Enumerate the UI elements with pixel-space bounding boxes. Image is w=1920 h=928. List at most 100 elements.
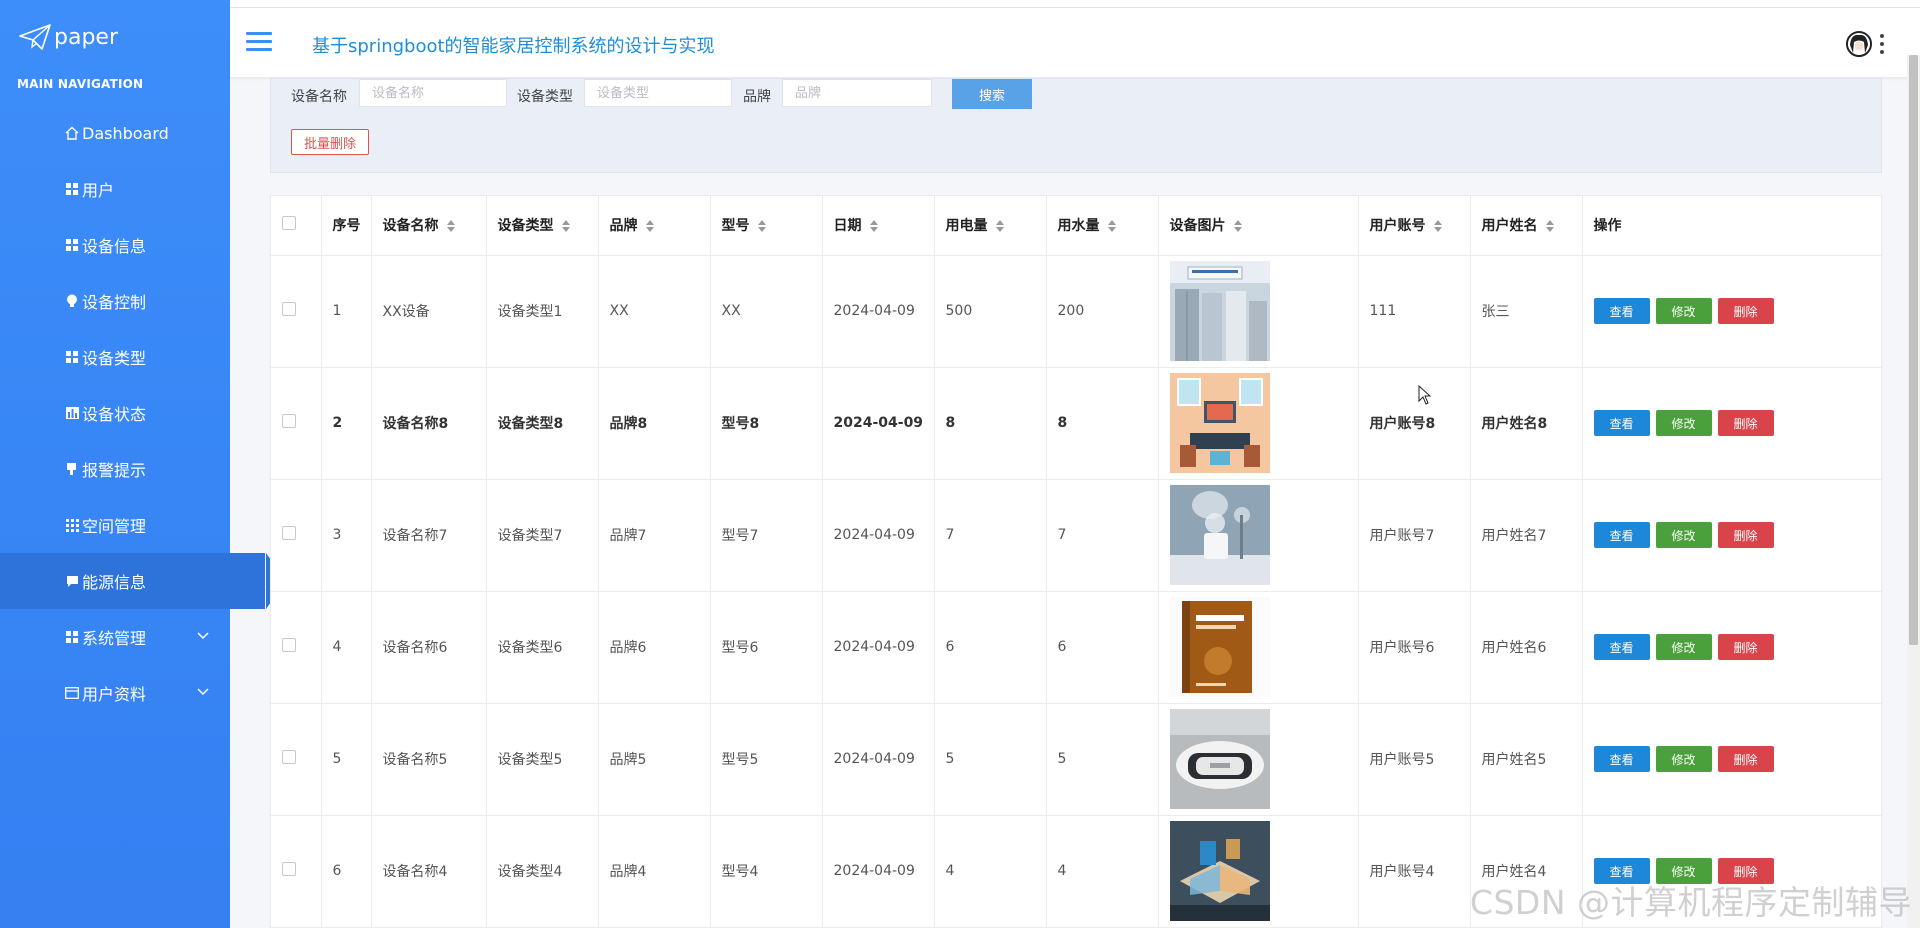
app-window: { "sidebar": { "logo_text": "paper", "na… — [0, 0, 1920, 928]
brand-input[interactable] — [782, 79, 932, 107]
menu-toggle-icon[interactable] — [246, 32, 272, 52]
logo[interactable]: paper — [18, 22, 118, 52]
sort-icon[interactable] — [1545, 220, 1554, 233]
col-header-image[interactable]: 设备图片 — [1158, 196, 1359, 256]
col-header-name[interactable]: 设备名称 — [371, 196, 487, 256]
sort-icon[interactable] — [1107, 220, 1116, 233]
sort-icon[interactable] — [446, 220, 455, 233]
table-row[interactable]: 4 设备名称6 设备类型6 品牌6 型号6 2024-04-09 6 6 用户账号6 用户姓名6 … — [271, 591, 1882, 704]
row-checkbox[interactable] — [282, 638, 296, 652]
cell-device-type: 设备类型6 — [486, 591, 599, 704]
nav-item-alarm[interactable]: 报警提示 — [0, 441, 265, 497]
search-button[interactable]: 搜索 — [952, 79, 1032, 109]
col-header-power[interactable]: 用电量 — [934, 196, 1047, 256]
sort-icon[interactable] — [645, 220, 654, 233]
col-header-username[interactable]: 用户姓名 — [1470, 196, 1583, 256]
row-checkbox[interactable] — [282, 862, 296, 876]
nav-item-device-status[interactable]: 设备状态 — [0, 385, 265, 441]
view-button[interactable]: 查看 — [1593, 522, 1650, 548]
device-image[interactable] — [1169, 261, 1270, 361]
avatar[interactable] — [1846, 31, 1872, 57]
scrollbar-thumb[interactable] — [1909, 55, 1918, 645]
table-row[interactable]: 1 XX设备 设备类型1 XX XX 2024-04-09 500 200 111 张三 查看 修… — [271, 255, 1881, 368]
row-checkbox[interactable] — [282, 526, 296, 540]
table-row[interactable]: 3 设备名称7 设备类型7 品牌7 型号7 2024-04-09 7 7 用户账号7 用户姓名7 … — [271, 479, 1881, 592]
cell-device-type: 设备类型7 — [486, 479, 599, 592]
delete-button[interactable]: 删除 — [1717, 298, 1774, 324]
sort-icon[interactable] — [995, 220, 1004, 233]
col-header-type[interactable]: 设备类型 — [486, 196, 599, 256]
paper-plane-icon — [19, 24, 51, 50]
select-all-checkbox[interactable] — [282, 216, 296, 231]
cell-username: 用户姓名5 — [1470, 703, 1583, 816]
view-button[interactable]: 查看 — [1593, 410, 1650, 436]
cell-model: 型号8 — [710, 367, 823, 480]
device-image[interactable] — [1169, 709, 1270, 809]
edit-button[interactable]: 修改 — [1655, 410, 1712, 436]
nav-section-title: MAIN NAVIGATION — [17, 77, 144, 91]
delete-button[interactable]: 删除 — [1717, 522, 1774, 548]
nav-item-device-control[interactable]: 设备控制 — [0, 273, 265, 329]
nav-item-device-info[interactable]: 设备信息 — [0, 217, 265, 273]
nav-item-device-type[interactable]: 设备类型 — [0, 329, 265, 385]
device-image[interactable] — [1169, 597, 1270, 697]
row-checkbox[interactable] — [282, 750, 296, 764]
col-header-label: 用户账号 — [1369, 218, 1426, 235]
row-checkbox[interactable] — [282, 414, 296, 428]
view-button[interactable]: 查看 — [1593, 298, 1650, 324]
nav-item-dashboard[interactable]: Dashboard — [0, 105, 265, 161]
nav-item-energy[interactable]: 能源信息 — [0, 553, 265, 609]
edit-button[interactable]: 修改 — [1655, 522, 1712, 548]
edit-button[interactable]: 修改 — [1655, 298, 1712, 324]
nav-item-users[interactable]: 用户 — [0, 161, 265, 217]
nav-item-system[interactable]: 系统管理 — [0, 609, 265, 665]
view-button[interactable]: 查看 — [1593, 746, 1650, 772]
cell-device-name: 设备名称6 — [371, 591, 487, 704]
more-menu-icon[interactable] — [1880, 34, 1884, 54]
cell-power: 7 — [934, 479, 1047, 592]
row-actions: 查看 修改 删除 — [1593, 634, 1882, 660]
col-header-water[interactable]: 用水量 — [1046, 196, 1159, 256]
nav-item-profile[interactable]: 用户资料 — [0, 665, 265, 721]
sort-icon[interactable] — [1433, 220, 1442, 233]
cell-no: 1 — [321, 255, 372, 368]
col-header-account[interactable]: 用户账号 — [1358, 196, 1471, 256]
edit-button[interactable]: 修改 — [1655, 746, 1712, 772]
sort-icon[interactable] — [561, 220, 570, 233]
batch-delete-button[interactable]: 批量删除 — [291, 129, 369, 155]
col-header-label: 用电量 — [945, 218, 988, 235]
cell-model: XX — [710, 255, 823, 368]
sort-icon[interactable] — [1233, 220, 1242, 233]
cell-date: 2024-04-09 — [822, 255, 935, 368]
col-header-brand[interactable]: 品牌 — [598, 196, 711, 256]
nav-item-space[interactable]: 空间管理 — [0, 497, 265, 553]
device-name-input[interactable] — [359, 79, 507, 107]
page-scrollbar[interactable] — [1907, 55, 1920, 928]
table-header-row: 序号 设备名称 设备类型 品牌 型号 日期 用电量 用水量 设备图片 用户账号 … — [271, 196, 1881, 256]
delete-button[interactable]: 删除 — [1717, 746, 1774, 772]
cell-image — [1158, 255, 1359, 368]
cell-account: 111 — [1358, 255, 1471, 368]
delete-button[interactable]: 删除 — [1717, 634, 1774, 660]
energy-table: 序号 设备名称 设备类型 品牌 型号 日期 用电量 用水量 设备图片 用户账号 … — [271, 196, 1882, 927]
sort-icon[interactable] — [869, 220, 878, 233]
table-row[interactable]: 5 设备名称5 设备类型5 品牌5 型号5 2024-04-09 5 5 用户账号5 用户姓名5 … — [271, 703, 1881, 816]
device-type-input[interactable] — [584, 79, 732, 107]
device-image[interactable] — [1169, 373, 1270, 473]
table-row[interactable]: 2 设备名称8 设备类型8 品牌8 型号8 2024-04-09 8 8 用户账号8 用户姓名8 … — [271, 367, 1881, 480]
col-header-date[interactable]: 日期 — [822, 196, 935, 256]
device-image[interactable] — [1169, 485, 1270, 585]
delete-button[interactable]: 删除 — [1717, 410, 1774, 436]
device-image[interactable] — [1169, 821, 1270, 921]
row-checkbox[interactable] — [282, 302, 296, 316]
card-icon — [64, 685, 80, 701]
view-button[interactable]: 查看 — [1593, 634, 1650, 660]
col-header-model[interactable]: 型号 — [710, 196, 823, 256]
chevron-down-icon — [197, 688, 209, 696]
cell-device-name: XX设备 — [371, 255, 487, 368]
cell-water: 200 — [1046, 255, 1159, 368]
cell-no: 2 — [321, 367, 372, 480]
sort-icon[interactable] — [757, 220, 766, 233]
edit-button[interactable]: 修改 — [1655, 634, 1712, 660]
nav-item-label: 空间管理 — [82, 517, 147, 536]
